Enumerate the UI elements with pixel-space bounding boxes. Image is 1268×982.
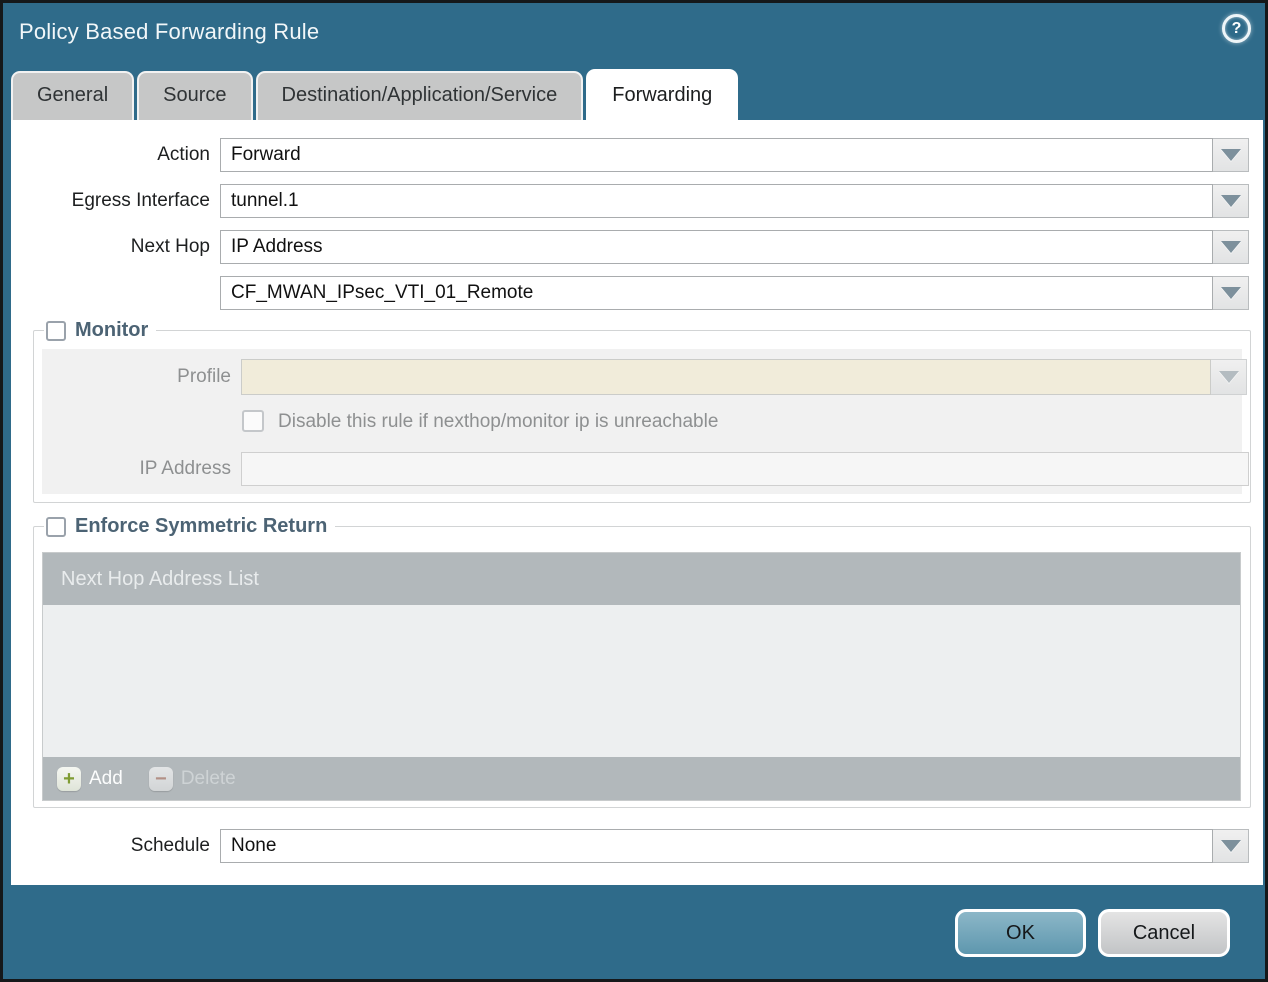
- action-dropdown[interactable]: Forward: [220, 138, 1213, 172]
- tab-source[interactable]: Source: [137, 71, 253, 120]
- cancel-button[interactable]: Cancel: [1098, 909, 1230, 957]
- dropdown-arrow-icon: [1220, 287, 1241, 299]
- symmetric-return-group: Enforce Symmetric Return Next Hop Addres…: [33, 515, 1251, 808]
- action-dropdown-button[interactable]: [1213, 138, 1249, 172]
- tab-forwarding[interactable]: Forwarding: [586, 69, 739, 120]
- monitor-ip-address-field[interactable]: [241, 452, 1249, 486]
- monitor-panel: Profile Disable this rule if nexthop/mon…: [42, 349, 1249, 494]
- forwarding-tab-panel: Action Forward Egress Interface tunnel.1…: [11, 120, 1263, 888]
- tab-destination-label: Destination/Application/Service: [281, 84, 558, 106]
- delete-button-label: Delete: [180, 767, 236, 789]
- symmetric-return-checkbox[interactable]: [46, 516, 66, 537]
- monitor-ip-address-label: IP Address: [139, 458, 231, 479]
- dialog-title: Policy Based Forwarding Rule: [19, 19, 320, 44]
- monitor-profile-label: Profile: [177, 366, 231, 387]
- next-hop-address-list-body: [43, 605, 1240, 757]
- egress-interface-dropdown[interactable]: tunnel.1: [220, 184, 1213, 218]
- monitor-legend: Monitor: [44, 319, 157, 342]
- dropdown-arrow-icon: [1220, 241, 1241, 253]
- tab-source-label: Source: [163, 84, 227, 106]
- pbf-rule-dialog: Policy Based Forwarding Rule ? General S…: [0, 0, 1268, 982]
- egress-interface-dropdown-button[interactable]: [1213, 184, 1249, 218]
- symmetric-return-legend-label: Enforce Symmetric Return: [75, 515, 328, 537]
- monitor-group: Monitor Profile Disable this rule if nex…: [33, 319, 1251, 503]
- plus-icon: +: [57, 766, 81, 791]
- monitor-profile-dropdown-button[interactable]: [1211, 359, 1247, 395]
- next-hop-address-list-toolbar: + Add − Delete: [43, 757, 1240, 800]
- egress-interface-label: Egress Interface: [71, 190, 210, 211]
- tab-destination-application-service[interactable]: Destination/Application/Service: [255, 71, 584, 120]
- next-hop-address-dropdown-button[interactable]: [1213, 276, 1249, 310]
- dropdown-arrow-icon: [1218, 371, 1239, 383]
- minus-icon: −: [148, 766, 173, 791]
- symmetric-return-legend: Enforce Symmetric Return: [44, 515, 336, 538]
- tab-general-label: General: [37, 84, 109, 106]
- monitor-legend-label: Monitor: [75, 319, 149, 341]
- next-hop-address-dropdown[interactable]: CF_MWAN_IPsec_VTI_01_Remote: [220, 276, 1213, 310]
- add-button[interactable]: + Add: [57, 766, 123, 791]
- schedule-dropdown[interactable]: None: [220, 829, 1213, 863]
- dropdown-arrow-icon: [1220, 840, 1241, 852]
- tab-general[interactable]: General: [11, 71, 135, 120]
- schedule-dropdown-button[interactable]: [1213, 829, 1249, 863]
- monitor-profile-dropdown[interactable]: [241, 359, 1211, 395]
- next-hop-address-list-header: Next Hop Address List: [43, 553, 1240, 605]
- dialog-titlebar: Policy Based Forwarding Rule ?: [3, 3, 1265, 65]
- next-hop-type-dropdown-button[interactable]: [1213, 230, 1249, 264]
- tab-bar: General Source Destination/Application/S…: [11, 69, 1257, 120]
- tab-forwarding-label: Forwarding: [612, 84, 713, 106]
- next-hop-label: Next Hop: [130, 236, 210, 257]
- disable-rule-label: Disable this rule if nexthop/monitor ip …: [278, 411, 719, 432]
- dropdown-arrow-icon: [1220, 149, 1241, 161]
- disable-rule-checkbox[interactable]: [242, 410, 264, 432]
- next-hop-address-list-grid: Next Hop Address List + Add − Delete: [42, 552, 1241, 801]
- ok-button[interactable]: OK: [955, 909, 1086, 957]
- next-hop-type-dropdown[interactable]: IP Address: [220, 230, 1213, 264]
- monitor-checkbox[interactable]: [46, 320, 66, 341]
- dialog-footer: OK Cancel: [3, 885, 1265, 979]
- help-icon[interactable]: ?: [1222, 14, 1251, 43]
- dropdown-arrow-icon: [1220, 195, 1241, 207]
- delete-button[interactable]: − Delete: [148, 766, 236, 791]
- action-label: Action: [157, 144, 210, 165]
- add-button-label: Add: [89, 767, 123, 789]
- schedule-label: Schedule: [130, 835, 210, 856]
